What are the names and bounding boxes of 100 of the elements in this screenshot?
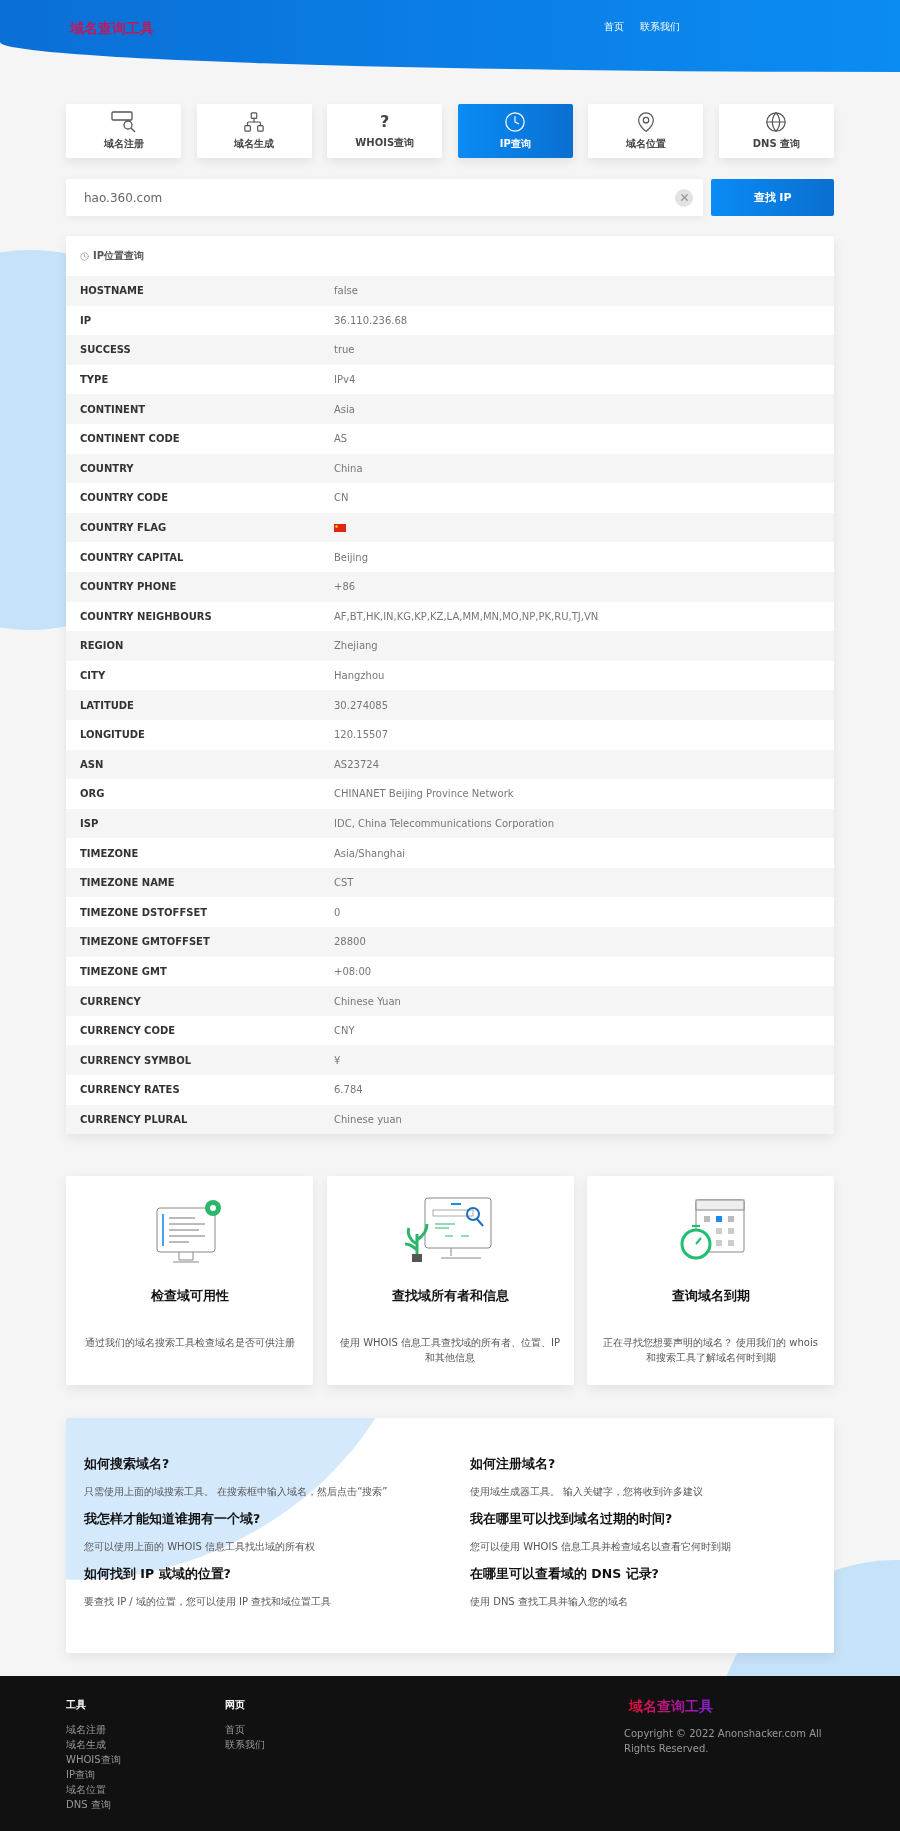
- field-value: CNY: [334, 1025, 355, 1037]
- faq-answer: 要查找 IP / 域的位置，您可以使用 IP 查找和域位置工具: [84, 1595, 333, 1610]
- footer-link[interactable]: 联系我们: [225, 1737, 265, 1752]
- footer-heading: 网页: [225, 1698, 245, 1712]
- tool-tab[interactable]: ? WHOIS查询: [327, 104, 443, 158]
- tool-tab[interactable]: DNS 查询: [718, 104, 834, 158]
- field-value: AS23724: [334, 758, 379, 770]
- field-value: Asia/Shanghai: [334, 847, 406, 859]
- field-value: Beijing: [334, 551, 369, 563]
- question-mark-icon: ?: [380, 112, 390, 132]
- field-name: HOSTNAME: [80, 285, 145, 297]
- field-name: CURRENCY RATES: [80, 1084, 181, 1096]
- field-name: ORG: [80, 788, 106, 800]
- field-value: China: [334, 462, 363, 474]
- nav-link[interactable]: 联系我们: [640, 20, 680, 34]
- nav-link[interactable]: 首页: [604, 20, 624, 34]
- faq-question: 我在哪里可以找到域名过期的时间?: [470, 1511, 674, 1529]
- globe-icon: [765, 111, 788, 133]
- clock-icon: [504, 111, 527, 133]
- field-name: TIMEZONE GMTOFFSET: [80, 936, 211, 948]
- close-icon: [678, 192, 690, 203]
- footer-logo: 域名查询工具: [629, 1698, 713, 1716]
- field-name: TIMEZONE DSTOFFSET: [80, 906, 209, 918]
- feature-title: 查询域名到期: [671, 1288, 750, 1306]
- field-value: 0: [334, 906, 341, 918]
- clear-button[interactable]: [675, 188, 693, 207]
- card-title: IP位置查询: [93, 249, 145, 263]
- network-icon: [243, 111, 266, 133]
- field-value: 6.784: [334, 1084, 363, 1096]
- field-value: Chinese Yuan: [334, 995, 401, 1007]
- field-name: TIMEZONE NAME: [80, 877, 176, 889]
- faq-question: 如何找到 IP 或域的位置?: [84, 1566, 232, 1584]
- field-value: false: [334, 285, 358, 297]
- footer-link[interactable]: 首页: [225, 1722, 245, 1737]
- faq-question: 如何搜索域名?: [84, 1456, 171, 1474]
- search-button[interactable]: 查找 IP: [711, 179, 834, 216]
- clock-icon: [80, 251, 89, 261]
- feature-description: 正在寻找您想要声明的域名？ 使用我们的 whois 和搜索工具了解域名何时到期: [602, 1336, 819, 1366]
- faq-answer: 您可以使用 WHOIS 信息工具并检查域名以查看它何时到期: [470, 1540, 732, 1555]
- field-value: IDC, China Telecommunications Corporation: [334, 818, 555, 829]
- tool-tab[interactable]: 域名位置: [588, 104, 704, 158]
- field-name: TYPE: [80, 374, 110, 386]
- field-value: CHINANET Beijing Province Network: [334, 788, 514, 800]
- field-value: ¥: [334, 1054, 341, 1066]
- faq-answer: 使用域生成器工具。 输入关键字，您将收到许多建议: [470, 1485, 705, 1500]
- field-value: AS: [334, 433, 348, 445]
- tool-tab[interactable]: 域名生成: [196, 104, 312, 158]
- field-value: Zhejiang: [334, 640, 378, 652]
- field-name: CURRENCY SYMBOL: [80, 1054, 192, 1066]
- field-value: CN: [334, 492, 349, 504]
- field-name: COUNTRY: [80, 462, 135, 474]
- feature-description: 通过我们的域名搜索工具检查域名是否可供注册: [84, 1336, 295, 1351]
- field-name: ASN: [80, 758, 105, 770]
- field-value: 30.274085: [334, 699, 389, 711]
- footer-link[interactable]: DNS 查询: [66, 1797, 111, 1812]
- field-value: 28800: [334, 936, 366, 948]
- search-field[interactable]: hao.360.com: [66, 179, 703, 216]
- faq-answer: 使用 DNS 查找工具并输入您的域名: [470, 1595, 629, 1610]
- field-value: Asia: [334, 403, 355, 415]
- footer-link[interactable]: WHOIS查询: [66, 1752, 121, 1767]
- feature-title: 检查域可用性: [150, 1288, 229, 1306]
- field-name: ISP: [80, 818, 100, 829]
- feature-description: 使用 WHOIS 信息工具查找域的所有者、位置、IP 和其他信息: [339, 1336, 561, 1366]
- faq-question: 在哪里可以查看域的 DNS 记录?: [470, 1566, 660, 1584]
- field-name: IP: [80, 314, 93, 326]
- tool-tab[interactable]: 域名注册: [66, 104, 181, 158]
- faq-answer: 您可以使用上面的 WHOIS 信息工具找出域的所有权: [84, 1540, 316, 1555]
- field-value: Chinese yuan: [334, 1113, 402, 1125]
- field-name: LONGITUDE: [80, 729, 146, 741]
- footer-link[interactable]: 域名生成: [66, 1737, 106, 1752]
- copyright-text: Copyright © 2022 Anonshacker.com All Rights Reserved.: [624, 1727, 823, 1756]
- faq-answer: 只需使用上面的域搜索工具。 在搜索框中输入域名，然后点击“搜索”: [84, 1485, 389, 1500]
- field-name: CONTINENT: [80, 403, 147, 415]
- faq-question: 如何注册域名?: [470, 1456, 557, 1474]
- field-name: COUNTRY CAPITAL: [80, 551, 185, 563]
- field-value: CST: [334, 877, 354, 889]
- tool-tab[interactable]: IP查询: [457, 104, 573, 158]
- field-name: CURRENCY PLURAL: [80, 1113, 189, 1125]
- field-value: IPv4: [334, 374, 356, 386]
- footer-link[interactable]: 域名位置: [66, 1782, 106, 1797]
- field-name: COUNTRY NEIGHBOURS: [80, 610, 213, 622]
- www-magnifier-icon: [110, 111, 137, 133]
- faq-question: 我怎样才能知道谁拥有一个域?: [84, 1511, 262, 1529]
- field-name: COUNTRY FLAG: [80, 522, 168, 534]
- field-value: +86: [334, 581, 356, 593]
- footer-link[interactable]: IP查询: [66, 1767, 95, 1782]
- field-name: SUCCESS: [80, 344, 132, 356]
- flag-icon: [334, 523, 346, 532]
- field-name: COUNTRY PHONE: [80, 581, 178, 593]
- field-value: 36.110.236.68: [334, 314, 408, 326]
- field-name: CONTINENT CODE: [80, 433, 181, 445]
- field-name: CURRENCY: [80, 995, 142, 1007]
- field-name: LATITUDE: [80, 699, 135, 711]
- field-value: 120.15507: [334, 729, 389, 741]
- footer-link[interactable]: 域名注册: [66, 1722, 106, 1737]
- field-name: TIMEZONE GMT: [80, 965, 168, 977]
- field-name: CITY: [80, 670, 107, 681]
- search-input[interactable]: hao.360.com: [82, 189, 675, 206]
- field-value: true: [334, 344, 355, 356]
- field-value: Hangzhou: [334, 670, 385, 681]
